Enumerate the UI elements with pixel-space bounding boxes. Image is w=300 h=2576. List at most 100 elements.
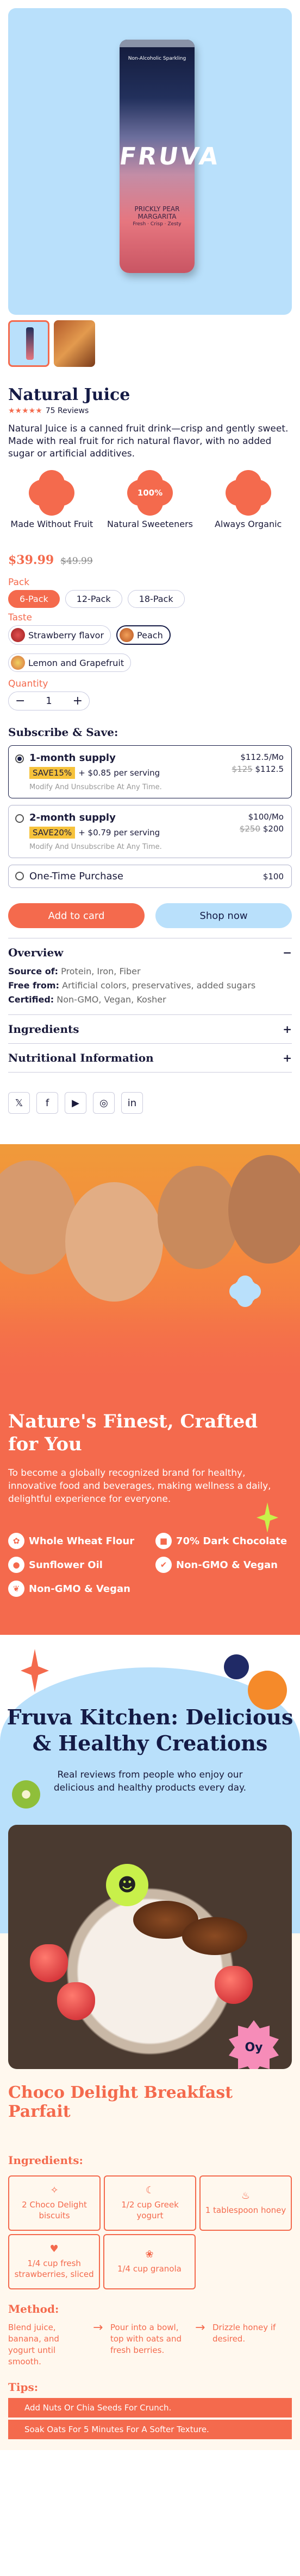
thumbnail-can[interactable] [8, 320, 49, 367]
check-icon: ✔ [155, 1557, 172, 1573]
plan-price: $100/Mo $250 $200 [240, 811, 284, 835]
strawberry-image [215, 1966, 253, 2004]
add-to-cart-button[interactable]: Add to card [8, 903, 145, 928]
accordion-overview[interactable]: Overview − Source of: Protein, Iron, Fibe… [8, 938, 292, 1015]
badge-sweeteners: 100% Natural Sweeteners [104, 473, 196, 529]
kitchen-section: Fruva Kitchen: Delicious & Healthy Creat… [0, 1635, 300, 1825]
recipe-title: Choco Delight Breakfast Parfait [8, 2083, 233, 2121]
feature-item: ■ 70% Dark Chocolate [155, 1533, 292, 1549]
cert-value: Non-GMO, Vegan, Kosher [57, 994, 166, 1005]
free-key: Free from: [8, 980, 59, 991]
plus-icon[interactable]: + [283, 1051, 292, 1064]
feature-list: ✿ Whole Wheat Flour ■ 70% Dark Chocolate ●… [8, 1533, 292, 1597]
lemon-icon [11, 656, 25, 670]
quantity-value[interactable]: 1 [33, 695, 65, 707]
pack-option-18[interactable]: 18-Pack [127, 590, 185, 608]
method-step: Drizzle honey if desired. [212, 2323, 276, 2344]
method-step: Blend juice, banana, and yogurt until sm… [8, 2323, 59, 2366]
plan-one-time[interactable]: One-Time Purchase $100 [8, 865, 292, 888]
shop-now-button[interactable]: Shop now [155, 903, 292, 928]
flower-icon [229, 473, 268, 512]
feature-item: ❦ Non-GMO & Vegan [8, 1581, 145, 1597]
taste-label-text: Strawberry flavor [28, 630, 104, 640]
biscuit-icon: ✧ [50, 2185, 59, 2196]
flower-decor-icon [233, 1279, 258, 1304]
strawberry-image [57, 1982, 95, 2020]
taste-option-lemon-grapefruit[interactable]: Lemon and Grapefruit [8, 653, 132, 672]
strawberry-icon [11, 628, 25, 642]
can-flavor-line3: Fresh · Crisp · Zesty [133, 221, 182, 227]
radio[interactable] [15, 814, 24, 823]
kiwi-icon [12, 1780, 40, 1809]
free-value: Artificial colors, preservatives, added … [62, 980, 256, 991]
youtube-icon[interactable]: ▶ [65, 1092, 86, 1114]
granola-image [182, 1917, 247, 1955]
tip-item: Add Nuts Or Chia Seeds For Crunch. [8, 2398, 292, 2418]
plan-2-month[interactable]: 2-month supply SAVE20% + $0.79 per servin… [8, 805, 292, 858]
can-tagline: Non-Alcoholic Sparkling [128, 56, 186, 61]
method-step: Pour into a bowl, top with oats and fres… [110, 2323, 182, 2355]
taste-label-text: Peach [137, 630, 163, 640]
plus-icon[interactable]: + [283, 1023, 292, 1036]
radio-selected[interactable] [15, 754, 24, 763]
quantity-stepper: − 1 + [8, 691, 90, 710]
feature-item: ✔ Non-GMO & Vegan [155, 1557, 292, 1573]
taste-option-peach[interactable]: Peach [116, 625, 171, 645]
current-price: $39.99 [8, 553, 54, 567]
save-badge: SAVE20% [29, 827, 76, 839]
pack-options: 6-Pack 12-Pack 18-Pack [8, 590, 292, 608]
arrow-right-icon: → [195, 2321, 205, 2334]
decrement-button[interactable]: − [15, 694, 25, 708]
chocolate-icon: ■ [155, 1533, 172, 1549]
accordion-title: Overview [8, 946, 64, 959]
badge-organic: Always Organic [202, 473, 295, 529]
taste-option-strawberry[interactable]: Strawberry flavor [8, 625, 111, 645]
method-steps: Blend juice, banana, and yogurt until sm… [8, 2322, 292, 2368]
taste-options: Strawberry flavor Peach Lemon and Grapef… [8, 625, 292, 675]
plan-price: $100 [262, 872, 284, 881]
plan-extra: + $0.79 per serving [78, 828, 160, 837]
thumbnail-lifestyle[interactable] [54, 320, 95, 367]
nature-title: Nature's Finest, Crafted for You [8, 1411, 258, 1455]
plan-now: $112.5 [255, 764, 284, 774]
peach-icon [120, 628, 134, 642]
compare-price: $49.99 [60, 556, 93, 567]
minus-icon[interactable]: − [283, 946, 292, 959]
moon-icon: ☾ [145, 2185, 155, 2196]
flower-icon: 100% [130, 473, 170, 512]
review-count[interactable]: 75 Reviews [46, 407, 89, 415]
price-block: $39.99 $49.99 [8, 553, 292, 567]
plan-monthly: $100/Mo [248, 812, 284, 822]
badge-label: Made Without Fruit [10, 519, 93, 529]
benefit-badges: Made Without Fruit 100% Natural Sweetener… [3, 473, 297, 529]
ingredient-card: ♥ 1/4 cup fresh strawberries, sliced [8, 2234, 101, 2289]
accordion-nutrition[interactable]: Nutritional Information + [8, 1044, 292, 1073]
subscribe-title: Subscribe & Save: [8, 726, 118, 739]
accordion-title: Nutritional Information [8, 1051, 154, 1064]
arrow-right-icon: → [93, 2321, 103, 2334]
pack-option-12[interactable]: 12-Pack [65, 590, 122, 608]
badge-label: Always Organic [214, 519, 282, 529]
radio[interactable] [15, 872, 24, 880]
badge-fruit: Made Without Fruit [5, 473, 98, 529]
accordion-ingredients[interactable]: Ingredients + [8, 1015, 292, 1044]
can-flavor-line2: MARGARITA [138, 213, 177, 220]
strawberry-icon: ♥ [49, 2243, 59, 2255]
x-icon[interactable]: 𝕏 [8, 1092, 30, 1114]
linkedin-icon[interactable]: in [121, 1092, 143, 1114]
increment-button[interactable]: + [73, 694, 83, 708]
badge-label: Natural Sweeteners [107, 519, 193, 529]
pack-option-6[interactable]: 6-Pack [8, 590, 60, 608]
facebook-icon[interactable]: f [36, 1092, 58, 1114]
plan-1-month[interactable]: 1-month supply SAVE15% + $0.85 per servin… [8, 745, 292, 798]
nature-section: Nature's Finest, Crafted for You To beco… [0, 1388, 300, 1635]
granola-icon: ❀ [145, 2249, 154, 2260]
instagram-icon[interactable]: ◎ [93, 1092, 115, 1114]
ingredients-label: Ingredients: [8, 2154, 83, 2167]
product-title: Natural Juice [8, 385, 130, 404]
plan-monthly: $112.5/Mo [240, 752, 284, 762]
can-flavor-line1: PRICKLY PEAR [134, 205, 180, 213]
person-image [65, 1182, 163, 1302]
recipe-section: ☻ Oy Choco Delight Breakfast Parfait Ing… [0, 1825, 300, 2450]
plan-extra: + $0.85 per serving [78, 768, 160, 778]
